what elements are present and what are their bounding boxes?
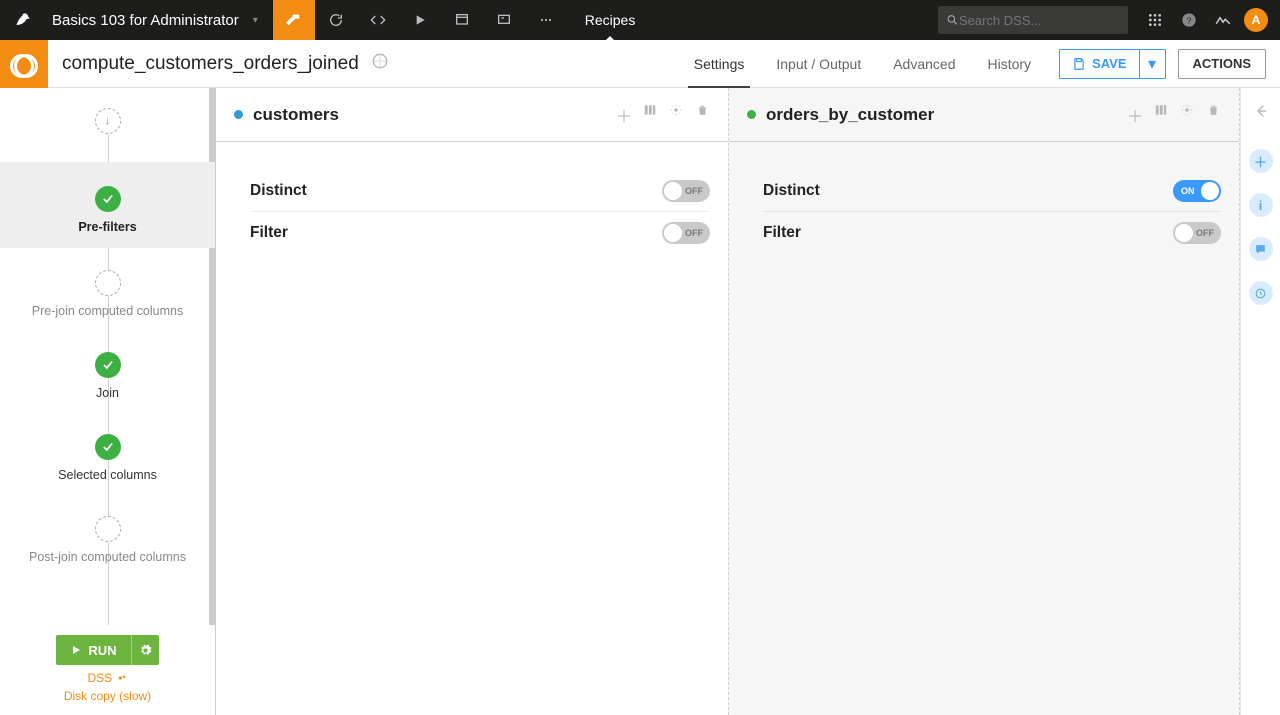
engine-note: Disk copy (slow) (0, 689, 215, 703)
svg-text:?: ? (1187, 15, 1192, 25)
gear-icon[interactable] (668, 103, 684, 127)
logo-icon[interactable] (0, 0, 48, 40)
step-start[interactable]: ↓ (0, 108, 215, 134)
distinct-toggle[interactable]: OFF (662, 180, 710, 202)
back-icon[interactable] (1252, 102, 1270, 125)
trash-icon[interactable] (1205, 103, 1221, 127)
dataset-dot-icon (234, 110, 243, 119)
dataset-name: orders_by_customer (766, 105, 1127, 125)
activity-icon[interactable] (1206, 11, 1240, 29)
apps-icon[interactable] (1138, 12, 1172, 28)
panel-orders-by-customer: orders_by_customer ＋ Distinct ON Filter … (728, 88, 1240, 715)
code-icon[interactable] (357, 0, 399, 40)
step-selected-cols[interactable]: Selected columns (0, 434, 215, 482)
section-label[interactable]: Recipes (567, 0, 654, 40)
rail-comment-icon[interactable] (1249, 237, 1273, 261)
distinct-toggle[interactable]: ON (1173, 180, 1221, 202)
gear-icon (139, 644, 152, 657)
arrow-down-icon: ↓ (105, 115, 111, 127)
steps-sidebar: ↓ Pre-filters Pre-join computed columns … (0, 88, 216, 715)
recipe-type-icon (0, 40, 48, 88)
tab-settings[interactable]: Settings (678, 40, 761, 88)
dataset-dot-icon (747, 110, 756, 119)
gear-icon[interactable] (1179, 103, 1195, 127)
project-name[interactable]: Basics 103 for Administrator (48, 12, 253, 29)
rail-add-icon[interactable]: ＋ (1249, 149, 1273, 173)
add-icon[interactable]: ＋ (1127, 103, 1143, 127)
gears-icon (116, 673, 128, 683)
search-input[interactable] (959, 13, 1120, 28)
filter-toggle[interactable]: OFF (662, 222, 710, 244)
step-label: Pre-join computed columns (32, 304, 183, 318)
step-postjoin-cols[interactable]: Post-join computed columns (0, 516, 215, 564)
setting-label: Distinct (763, 182, 820, 200)
run-settings-button[interactable] (131, 635, 159, 665)
tab-history[interactable]: History (972, 40, 1048, 88)
run-button[interactable]: RUN (56, 635, 130, 665)
run-label: RUN (88, 643, 116, 658)
add-icon[interactable]: ＋ (616, 103, 632, 127)
save-button[interactable]: SAVE (1059, 49, 1139, 79)
columns-icon[interactable] (642, 103, 658, 127)
step-label: Selected columns (58, 468, 157, 482)
panel-icon[interactable] (483, 0, 525, 40)
save-label: SAVE (1092, 56, 1126, 71)
step-label: Pre-filters (78, 220, 136, 234)
save-icon (1072, 57, 1086, 71)
avatar[interactable]: A (1244, 8, 1268, 32)
cycle-icon[interactable] (315, 0, 357, 40)
search-box[interactable] (938, 6, 1128, 34)
setting-label: Distinct (250, 182, 307, 200)
tab-advanced[interactable]: Advanced (877, 40, 971, 88)
check-icon (95, 434, 121, 460)
step-pre-filters[interactable]: Pre-filters (0, 162, 215, 248)
step-label: Join (96, 386, 119, 400)
rail-info-icon[interactable]: i (1249, 193, 1273, 217)
recipe-name: compute_customers_orders_joined (48, 53, 359, 75)
dashboard-icon[interactable] (441, 0, 483, 40)
trash-icon[interactable] (694, 103, 710, 127)
save-dropdown[interactable]: ▾ (1140, 49, 1166, 79)
filter-toggle[interactable]: OFF (1173, 222, 1221, 244)
search-icon (946, 13, 959, 27)
help-icon[interactable]: ? (1172, 12, 1206, 28)
dataset-name: customers (253, 105, 616, 125)
right-rail: ＋ i (1240, 88, 1280, 715)
columns-icon[interactable] (1153, 103, 1169, 127)
more-icon[interactable] (525, 0, 567, 40)
engine-label[interactable]: DSS (0, 671, 215, 685)
step-label: Post-join computed columns (29, 550, 186, 564)
play-icon (70, 644, 82, 656)
check-icon (95, 352, 121, 378)
rail-history-icon[interactable] (1249, 281, 1273, 305)
actions-button[interactable]: ACTIONS (1178, 49, 1267, 79)
setting-label: Filter (763, 224, 801, 242)
step-prejoin-cols[interactable]: Pre-join computed columns (0, 270, 215, 318)
check-icon (95, 186, 121, 212)
project-chevron-icon[interactable]: ▾ (253, 15, 263, 26)
step-join[interactable]: Join (0, 352, 215, 400)
flow-icon[interactable] (273, 0, 315, 40)
share-icon[interactable] (371, 52, 391, 75)
panel-customers: customers ＋ Distinct OFF Filter OFF (216, 88, 728, 715)
play-icon[interactable] (399, 0, 441, 40)
tab-input-output[interactable]: Input / Output (760, 40, 877, 88)
setting-label: Filter (250, 224, 288, 242)
tabs: Settings Input / Output Advanced History (678, 40, 1047, 88)
